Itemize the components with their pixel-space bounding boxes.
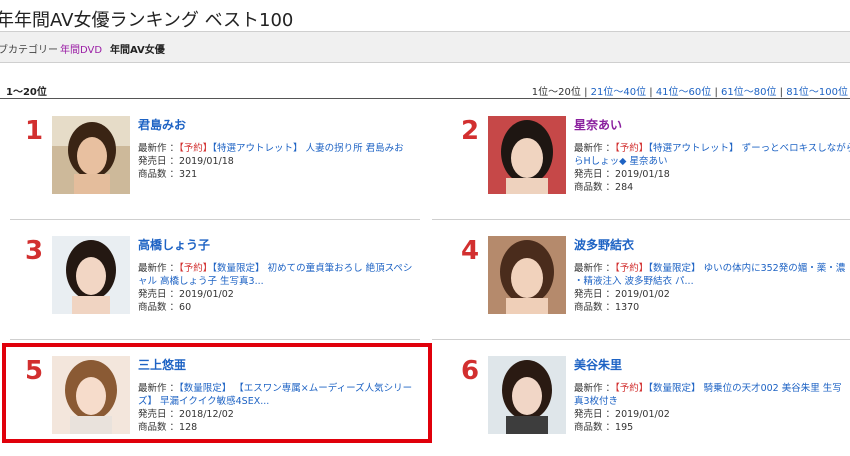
product-count: 60: [179, 302, 192, 313]
row-divider: [10, 339, 420, 340]
release-date: 2019/01/02: [179, 289, 234, 300]
pager-link-81-100[interactable]: 81位〜100位: [786, 87, 848, 98]
actress-name-link[interactable]: 高橋しょう子: [138, 236, 210, 253]
actress-name-link[interactable]: 美谷朱里: [574, 356, 622, 373]
latest-work-link[interactable]: 【数量限定】 騎乗位の天才002 美谷朱里 生写: [648, 383, 841, 394]
product-count: 321: [179, 169, 198, 180]
release-date: 2019/01/02: [615, 409, 670, 420]
reserve-tag: 【予約】: [179, 143, 213, 154]
rank-number: 4: [460, 236, 480, 266]
ranking-card-4: 4 波多野結衣 最新作 ：【予約】【数量限定】 ゆいの体内に352発の媚・薬・濃…: [444, 236, 850, 336]
highlight-box: [2, 343, 432, 443]
rank-number: 2: [460, 116, 480, 146]
release-date: 2019/01/02: [615, 289, 670, 300]
ranking-card-1: 1 君島みお 最新作 ：【予約】【特選アウトレット】 人妻の拐り所 君島みお 発…: [8, 116, 438, 216]
latest-work-link[interactable]: 【特選アウトレット】 ずーっとベロキスしながら: [648, 143, 850, 154]
pager-link-21-40[interactable]: 21位〜40位: [591, 87, 646, 98]
pager-current: 1位〜20位: [531, 87, 581, 98]
latest-work-link-cont[interactable]: らHしょッ◆ 星奈あい: [574, 156, 667, 167]
page-title: 年年間AV女優ランキング ベスト100: [0, 10, 294, 31]
latest-work-link-cont[interactable]: ャル 高橋しょう子 生写真3...: [138, 276, 264, 287]
actress-photo[interactable]: [488, 236, 566, 314]
ranking-card-6: 6 美谷朱里 最新作 ：【予約】【数量限定】 騎乗位の天才002 美谷朱里 生写…: [444, 356, 850, 456]
row-divider: [432, 219, 850, 220]
breadcrumb-current: 年間AV女優: [110, 45, 165, 56]
reserve-tag: 【予約】: [615, 383, 649, 394]
pager-link-61-80[interactable]: 61位〜80位: [721, 87, 776, 98]
header-divider: [0, 98, 850, 99]
reserve-tag: 【予約】: [615, 263, 649, 274]
product-count: 284: [615, 182, 634, 193]
range-label: 1〜20位: [6, 87, 47, 98]
actress-photo[interactable]: [52, 236, 130, 314]
latest-work-link[interactable]: 【特選アウトレット】 人妻の拐り所 君島みお: [212, 143, 403, 154]
actress-photo[interactable]: [488, 116, 566, 194]
rank-number: 6: [460, 356, 480, 386]
rank-number: 3: [24, 236, 44, 266]
ranking-card-3: 3 高橋しょう子 最新作 ：【予約】【数量限定】 初めての童貞筆おろし 絶頂スペ…: [8, 236, 438, 336]
breadcrumb: ブカテゴリー 年間DVD 年間AV女優: [0, 31, 850, 63]
rank-number: 1: [24, 116, 44, 146]
breadcrumb-label: ブカテゴリー: [0, 45, 58, 56]
actress-name-link[interactable]: 波多野結衣: [574, 236, 634, 253]
product-count: 1370: [615, 302, 640, 313]
actress-photo[interactable]: [52, 116, 130, 194]
release-date: 2019/01/18: [179, 156, 234, 167]
pagination: 1位〜20位 | 21位〜40位 | 41位〜60位 | 61位〜80位 | 8…: [531, 87, 848, 98]
latest-work-link[interactable]: 【数量限定】 初めての童貞筆おろし 絶頂スペシ: [212, 263, 412, 274]
row-divider: [432, 339, 850, 340]
reserve-tag: 【予約】: [179, 263, 213, 274]
actress-name-link[interactable]: 君島みお: [138, 116, 186, 133]
ranking-card-2: 2 星奈あい 最新作 ：【予約】【特選アウトレット】 ずーっとベロキスしながら …: [444, 116, 850, 216]
pager-link-41-60[interactable]: 41位〜60位: [656, 87, 711, 98]
latest-work-link[interactable]: 【数量限定】 ゆいの体内に352発の媚・薬・濃: [648, 263, 845, 274]
row-divider: [10, 219, 420, 220]
product-count: 195: [615, 422, 634, 433]
latest-work-link-cont[interactable]: 真3枚付き: [574, 396, 618, 407]
actress-name-link[interactable]: 星奈あい: [574, 116, 622, 133]
release-date: 2019/01/18: [615, 169, 670, 180]
breadcrumb-link-annual-dvd[interactable]: 年間DVD: [60, 41, 102, 56]
latest-work-link-cont[interactable]: ・精液注入 波多野結衣 パ...: [574, 276, 694, 287]
reserve-tag: 【予約】: [615, 143, 649, 154]
actress-photo[interactable]: [488, 356, 566, 434]
